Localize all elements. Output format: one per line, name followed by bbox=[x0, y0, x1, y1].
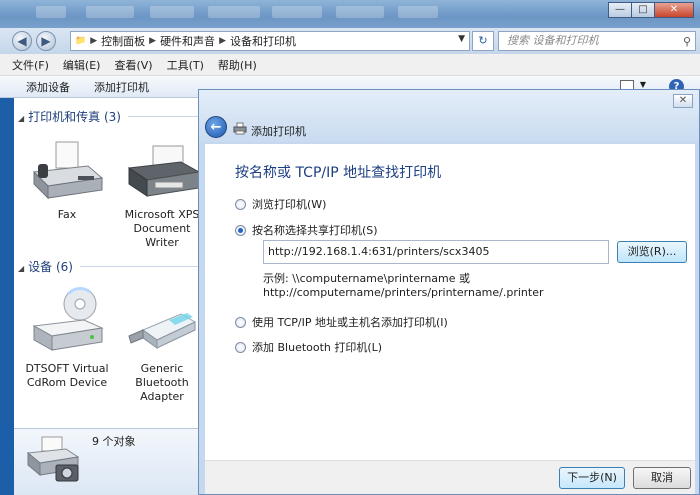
cancel-button[interactable]: 取消 bbox=[633, 467, 691, 489]
option-bluetooth-label: 添加 Bluetooth 打印机(L) bbox=[252, 341, 383, 354]
option-tcpip-label: 使用 TCP/IP 地址或主机名添加打印机(I) bbox=[252, 316, 448, 329]
shared-printer-input[interactable]: http://192.168.1.4:631/printers/scx3405 bbox=[263, 240, 609, 264]
menu-tools[interactable]: 工具(T) bbox=[167, 57, 204, 73]
option-browse-label: 浏览打印机(W) bbox=[252, 198, 327, 211]
menu-help[interactable]: 帮助(H) bbox=[218, 57, 257, 73]
blurred-background-tab bbox=[86, 6, 134, 18]
address-bar[interactable]: 📁 ▶ 控制面板 ▶ 硬件和声音 ▶ 设备和打印机 ▼ bbox=[70, 31, 470, 51]
dialog-header: ✕ ← 添加打印机 bbox=[199, 90, 699, 142]
dialog-content: 按名称或 TCP/IP 地址查找打印机 浏览打印机(W) 按名称选择共享打印机(… bbox=[205, 144, 695, 460]
window-controls: — □ ✕ bbox=[608, 2, 694, 18]
desktop-edge bbox=[0, 98, 14, 495]
section-printers-title: 打印机和传真 (3) bbox=[28, 110, 121, 124]
menu-file[interactable]: 文件(F) bbox=[12, 57, 49, 73]
printer-camera-icon bbox=[26, 436, 80, 482]
forward-button[interactable]: ▶ bbox=[36, 31, 56, 51]
printer-icon bbox=[233, 122, 247, 135]
blurred-background-tab bbox=[36, 6, 66, 18]
blurred-background-tab bbox=[272, 6, 322, 18]
device-bluetooth-adapter-label: Generic Bluetooth Adapter bbox=[135, 362, 189, 403]
option-shared-by-name[interactable]: 按名称选择共享打印机(S) bbox=[235, 222, 378, 238]
menu-bar: 文件(F) 编辑(E) 查看(V) 工具(T) 帮助(H) bbox=[0, 54, 700, 76]
option-browse-printers[interactable]: 浏览打印机(W) bbox=[235, 196, 326, 212]
device-xps-writer[interactable]: Microsoft XPS Document Writer bbox=[122, 138, 202, 250]
device-fax[interactable]: Fax bbox=[22, 138, 112, 222]
collapse-triangle-icon[interactable]: ◢ bbox=[18, 114, 24, 123]
next-button[interactable]: 下一步(N) bbox=[559, 467, 625, 489]
search-placeholder: 搜索 设备和打印机 bbox=[507, 34, 599, 47]
section-devices-title: 设备 (6) bbox=[28, 260, 73, 274]
refresh-button[interactable]: ↻ bbox=[472, 31, 494, 51]
maximize-button[interactable]: □ bbox=[631, 2, 655, 18]
devices-pane: ◢ 打印机和传真 (3) Fax Microsoft XPS Document W… bbox=[14, 98, 204, 428]
option-tcpip[interactable]: 使用 TCP/IP 地址或主机名添加打印机(I) bbox=[235, 314, 448, 330]
add-device-button[interactable]: 添加设备 bbox=[26, 79, 70, 95]
radio-tcpip[interactable] bbox=[235, 316, 246, 328]
minimize-button[interactable]: — bbox=[608, 2, 632, 18]
device-fax-label: Fax bbox=[57, 208, 77, 221]
menu-edit[interactable]: 编辑(E) bbox=[63, 57, 101, 73]
example-text: 示例: \\computername\printername 或 http://… bbox=[263, 272, 544, 300]
back-button[interactable]: ◀ bbox=[12, 31, 32, 51]
chevron-right-icon: ▶ bbox=[219, 36, 226, 46]
cdrom-drive-icon bbox=[32, 287, 104, 351]
blurred-background-tab bbox=[336, 6, 384, 18]
page-heading: 按名称或 TCP/IP 地址查找打印机 bbox=[235, 165, 442, 181]
fax-icon bbox=[32, 141, 104, 200]
usb-adapter-icon bbox=[128, 313, 197, 349]
object-count: 9 个对象 bbox=[92, 435, 136, 448]
dialog-title: 添加打印机 bbox=[251, 125, 306, 138]
window-titlebar: — □ ✕ bbox=[0, 0, 700, 28]
search-icon: ⚲ bbox=[682, 35, 691, 48]
address-toolbar: ◀ ▶ 📁 ▶ 控制面板 ▶ 硬件和声音 ▶ 设备和打印机 ▼ ↻ 搜索 设备和… bbox=[0, 28, 700, 54]
device-xps-writer-label: Microsoft XPS Document Writer bbox=[124, 208, 200, 249]
details-pane: 9 个对象 bbox=[14, 428, 204, 495]
section-printers-header[interactable]: ◢ 打印机和传真 (3) bbox=[18, 108, 121, 125]
folder-icon: 📁 bbox=[75, 36, 87, 46]
section-divider bbox=[128, 116, 200, 117]
add-printer-button[interactable]: 添加打印机 bbox=[94, 79, 149, 95]
option-bluetooth[interactable]: 添加 Bluetooth 打印机(L) bbox=[235, 339, 382, 355]
breadcrumb-devices-printers[interactable]: 设备和打印机 bbox=[230, 33, 296, 49]
breadcrumb-hardware-sound[interactable]: 硬件和声音 bbox=[160, 33, 215, 49]
collapse-triangle-icon[interactable]: ◢ bbox=[18, 264, 24, 273]
device-dtsoft-cdrom[interactable]: DTSOFT Virtual CdRom Device bbox=[22, 286, 112, 390]
radio-shared-by-name[interactable] bbox=[235, 224, 246, 236]
wizard-back-button[interactable]: ← bbox=[205, 116, 227, 138]
blurred-background-tab bbox=[208, 6, 260, 18]
add-printer-dialog: ✕ ← 添加打印机 按名称或 TCP/IP 地址查找打印机 浏览打印机(W) 按… bbox=[198, 89, 700, 495]
section-divider bbox=[80, 266, 200, 267]
chevron-down-icon[interactable]: ▼ bbox=[458, 34, 465, 44]
browse-button[interactable]: 浏览(R)... bbox=[617, 241, 687, 263]
dialog-close-button[interactable]: ✕ bbox=[673, 94, 693, 108]
chevron-right-icon: ▶ bbox=[90, 36, 98, 46]
printer-icon bbox=[127, 145, 201, 197]
example-line-1: 示例: \\computername\printername 或 bbox=[263, 272, 471, 285]
device-bluetooth-adapter[interactable]: Generic Bluetooth Adapter bbox=[120, 286, 204, 404]
blurred-background-tab bbox=[398, 6, 438, 18]
breadcrumb-control-panel[interactable]: 控制面板 bbox=[101, 33, 145, 49]
device-dtsoft-cdrom-label: DTSOFT Virtual CdRom Device bbox=[25, 362, 109, 389]
radio-bluetooth[interactable] bbox=[235, 341, 246, 353]
chevron-down-icon[interactable]: ▼ bbox=[640, 80, 646, 89]
example-line-2: http://computername/printers/printername… bbox=[263, 286, 544, 299]
menu-view[interactable]: 查看(V) bbox=[114, 57, 152, 73]
search-input[interactable]: 搜索 设备和打印机 ⚲ bbox=[498, 31, 696, 51]
blurred-background-tab bbox=[150, 6, 194, 18]
section-devices-header[interactable]: ◢ 设备 (6) bbox=[18, 258, 73, 275]
option-shared-label: 按名称选择共享打印机(S) bbox=[252, 224, 378, 237]
dialog-footer: 下一步(N) 取消 bbox=[205, 460, 695, 494]
close-button[interactable]: ✕ bbox=[654, 2, 694, 18]
radio-browse[interactable] bbox=[235, 198, 246, 210]
chevron-right-icon: ▶ bbox=[149, 36, 157, 46]
